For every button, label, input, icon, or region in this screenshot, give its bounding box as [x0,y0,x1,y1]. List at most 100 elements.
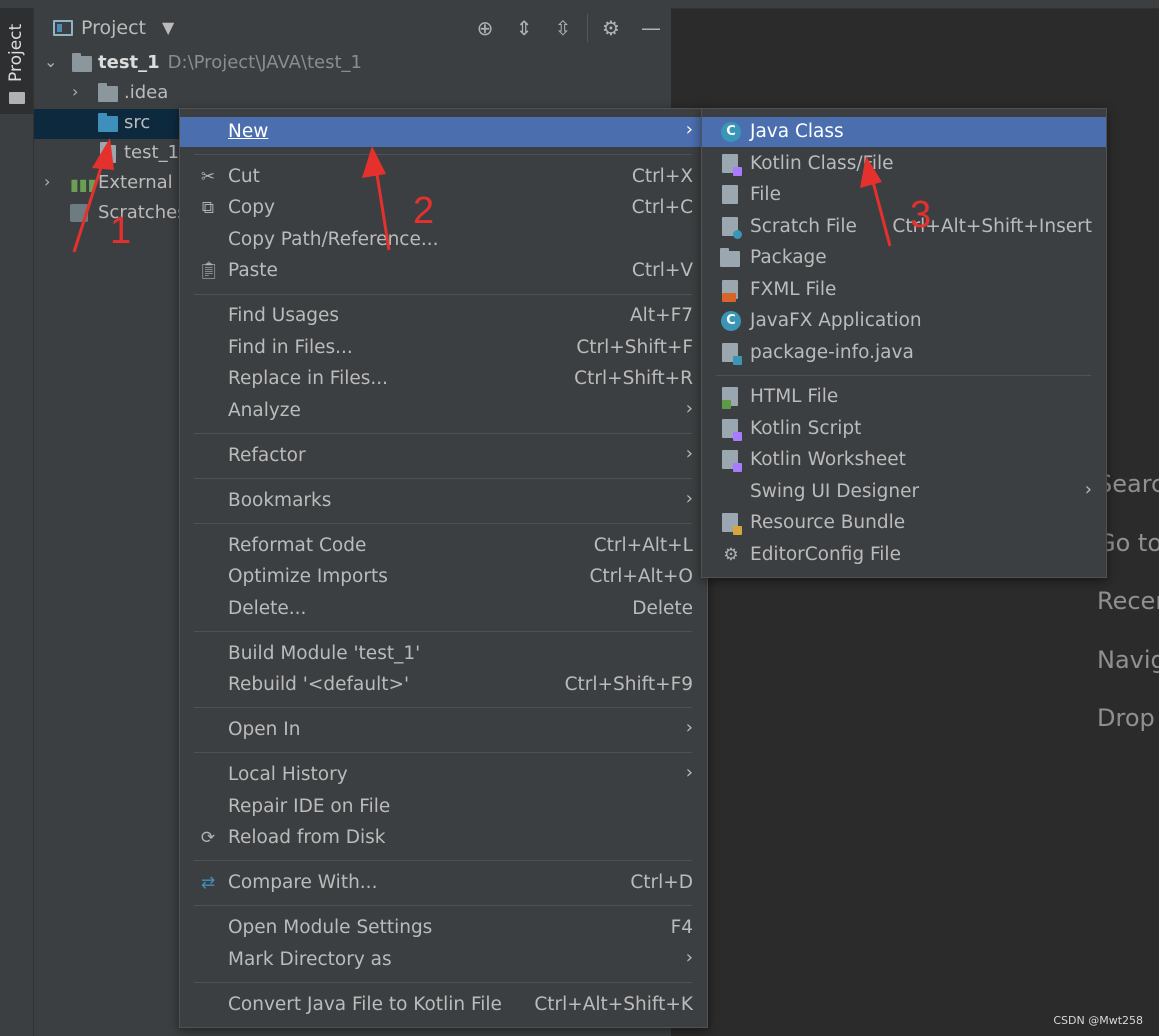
menu-separator [194,752,692,753]
fxml-file-icon [722,280,738,302]
menu-item-label: Reformat Code [228,535,367,556]
new-submenu: C Java Class Kotlin Class/File File Scra… [701,108,1107,578]
submenu-item-kotlin-worksheet[interactable]: Kotlin Worksheet [702,445,1106,475]
annotation-number-2: 2 [413,190,435,232]
chevron-right-icon: › [685,443,693,464]
chevron-down-icon[interactable]: ⌄ [44,52,57,71]
menu-item-label: Paste [228,260,278,281]
menu-item-delete[interactable]: Delete... Delete [180,594,707,624]
submenu-item-scratch-file[interactable]: Scratch File Ctrl+Alt+Shift+Insert [702,212,1106,242]
tree-item-root[interactable]: ⌄ test_1 D:\Project\JAVA\test_1 [34,49,671,79]
chevron-right-icon[interactable]: › [72,82,78,101]
gear-icon[interactable]: ⚙ [597,14,625,42]
folder-icon [98,83,118,102]
project-panel-title[interactable]: Project [81,17,146,39]
java-class-icon: C [721,122,741,142]
expand-all-icon[interactable]: ⇕ [510,14,538,42]
tree-item-label: src [124,112,151,133]
menu-item-find-usages[interactable]: Find Usages Alt+F7 [180,301,707,331]
menu-item-label: JavaFX Application [750,310,922,331]
resource-bundle-icon [722,513,742,535]
menu-item-copy-path[interactable]: Copy Path/Reference... [180,225,707,255]
project-tool-tab[interactable]: Project [0,8,33,114]
menu-item-label: Cut [228,166,260,187]
menu-item-label: Open In [228,719,301,740]
menu-item-shortcut: Alt+F7 [630,305,693,326]
menu-item-shortcut: Ctrl+Alt+O [589,566,693,587]
menu-item-find-in-files[interactable]: Find in Files... Ctrl+Shift+F [180,333,707,363]
chevron-right-icon: › [685,488,693,509]
menu-separator [194,154,692,155]
menu-item-local-history[interactable]: Local History › [180,760,707,790]
menu-item-replace-in-files[interactable]: Replace in Files... Ctrl+Shift+R [180,364,707,394]
compare-icon: ⇄ [200,873,216,893]
menu-item-refactor[interactable]: Refactor › [180,441,707,471]
menu-item-mark-directory[interactable]: Mark Directory as › [180,945,707,975]
menu-item-label: EditorConfig File [750,544,901,565]
chevron-right-icon[interactable]: › [44,172,50,191]
menu-item-reformat-code[interactable]: Reformat Code Ctrl+Alt+L [180,531,707,561]
kotlin-worksheet-icon [722,450,742,472]
collapse-all-icon[interactable]: ⇳ [549,14,577,42]
submenu-item-file[interactable]: File [702,180,1106,210]
menu-item-new[interactable]: New › [180,117,707,147]
hint-recent-files: Recen [1097,587,1159,615]
submenu-item-swing-ui-designer[interactable]: Swing UI Designer › [702,477,1106,507]
menu-item-label: Build Module 'test_1' [228,643,421,664]
menu-separator [194,433,692,434]
menu-item-shortcut: Ctrl+V [631,260,693,281]
menu-item-optimize-imports[interactable]: Optimize Imports Ctrl+Alt+O [180,562,707,592]
kotlin-script-icon [722,419,742,441]
menu-separator [716,375,1091,376]
menu-item-convert-to-kotlin[interactable]: Convert Java File to Kotlin File Ctrl+Al… [180,990,707,1020]
submenu-item-fxml-file[interactable]: FXML File [702,275,1106,305]
library-icon: ▮▮▮ [70,175,97,194]
context-menu: New › ✂ Cut Ctrl+X ⧉ Copy Ctrl+C Copy Pa… [179,108,708,1028]
menu-item-rebuild[interactable]: Rebuild '<default>' Ctrl+Shift+F9 [180,670,707,700]
scissors-icon: ✂ [200,167,216,187]
locate-icon[interactable]: ⊕ [471,14,499,42]
menu-item-label: Package [750,247,827,268]
menu-item-build-module[interactable]: Build Module 'test_1' [180,639,707,669]
submenu-item-javafx-application[interactable]: C JavaFX Application [702,306,1106,336]
menu-item-paste[interactable]: 📋︎ Paste Ctrl+V [180,256,707,286]
submenu-item-package[interactable]: Package [702,243,1106,273]
minimize-icon[interactable]: — [637,14,665,42]
menu-item-bookmarks[interactable]: Bookmarks › [180,486,707,516]
menu-item-open-in[interactable]: Open In › [180,715,707,745]
submenu-item-java-class[interactable]: C Java Class [702,117,1106,147]
chevron-down-icon[interactable]: ▼ [162,18,174,37]
menu-item-label: New [228,121,269,142]
clipboard-icon: 📋︎ [198,261,220,281]
tree-item-idea[interactable]: › .idea [34,79,671,109]
hint-navigation-bar: Navig [1097,646,1159,674]
module-folder-icon [72,53,92,72]
submenu-item-package-info[interactable]: package-info.java [702,338,1106,368]
menu-item-analyze[interactable]: Analyze › [180,396,707,426]
package-icon [720,248,740,267]
menu-item-label: Resource Bundle [750,512,906,533]
chevron-right-icon: › [1084,479,1092,500]
menu-item-shortcut: F4 [670,917,693,938]
menu-separator [194,523,692,524]
submenu-item-editorconfig[interactable]: ⚙ EditorConfig File [702,540,1106,570]
menu-item-label: HTML File [750,386,839,407]
menu-item-label: Compare With... [228,872,378,893]
submenu-item-html-file[interactable]: HTML File [702,382,1106,412]
submenu-item-kotlin-script[interactable]: Kotlin Script [702,414,1106,444]
menu-item-open-module-settings[interactable]: Open Module Settings F4 [180,913,707,943]
menu-item-cut[interactable]: ✂ Cut Ctrl+X [180,162,707,192]
gear-icon: ⚙ [723,545,739,565]
menu-item-label: Delete... [228,598,307,619]
menu-item-compare-with[interactable]: ⇄ Compare With... Ctrl+D [180,868,707,898]
project-panel-header: Project ▼ ⊕ ⇕ ⇳ ⚙ — [34,8,671,50]
menu-item-repair-ide[interactable]: Repair IDE on File [180,792,707,822]
reload-icon: ⟳ [200,828,216,848]
submenu-item-resource-bundle[interactable]: Resource Bundle [702,508,1106,538]
menu-item-reload-from-disk[interactable]: ⟳ Reload from Disk [180,823,707,853]
submenu-item-kotlin-class[interactable]: Kotlin Class/File [702,149,1106,179]
folder-icon [9,92,25,104]
menu-item-copy[interactable]: ⧉ Copy Ctrl+C [180,193,707,223]
hint-drop-files: Drop [1097,704,1155,732]
menu-item-label: Bookmarks [228,490,332,511]
